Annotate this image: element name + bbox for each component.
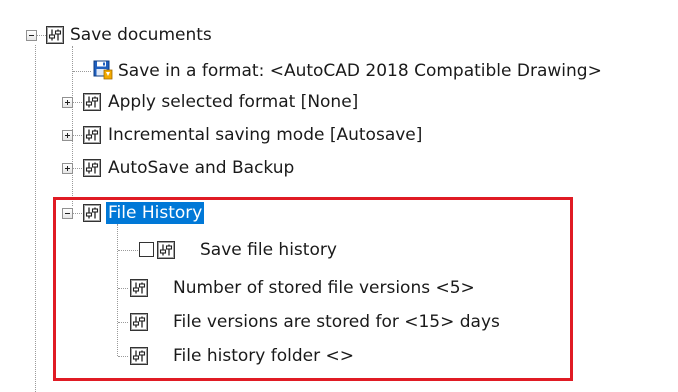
settings-icon (83, 93, 101, 111)
settings-icon (83, 159, 101, 177)
tree-connector (73, 135, 82, 136)
tree-connector (73, 102, 82, 103)
expand-icon[interactable] (62, 97, 73, 108)
save-format-icon (93, 60, 113, 80)
tree-item-save-in-format[interactable]: Save in a format: <AutoCAD 2018 Compatib… (118, 60, 602, 82)
settings-icon (46, 26, 64, 44)
tree-item-apply-selected-format[interactable]: Apply selected format [None] (108, 91, 358, 113)
tree-item-save-documents[interactable]: Save documents (70, 24, 212, 46)
tree-item-incremental-saving-mode[interactable]: Incremental saving mode [Autosave] (108, 124, 422, 146)
expand-icon[interactable] (62, 163, 73, 174)
tree-connector-left (35, 45, 36, 392)
collapse-icon[interactable] (26, 30, 37, 41)
tree-connector (73, 71, 91, 72)
highlight-box (53, 197, 573, 381)
expand-icon[interactable] (62, 130, 73, 141)
settings-tree: Save documents Save in a format: <AutoCA… (0, 0, 678, 392)
tree-item-autosave-and-backup[interactable]: AutoSave and Backup (108, 157, 294, 179)
settings-icon (83, 126, 101, 144)
tree-connector (73, 168, 82, 169)
tree-connector (72, 46, 73, 206)
tree-connector (37, 35, 46, 36)
